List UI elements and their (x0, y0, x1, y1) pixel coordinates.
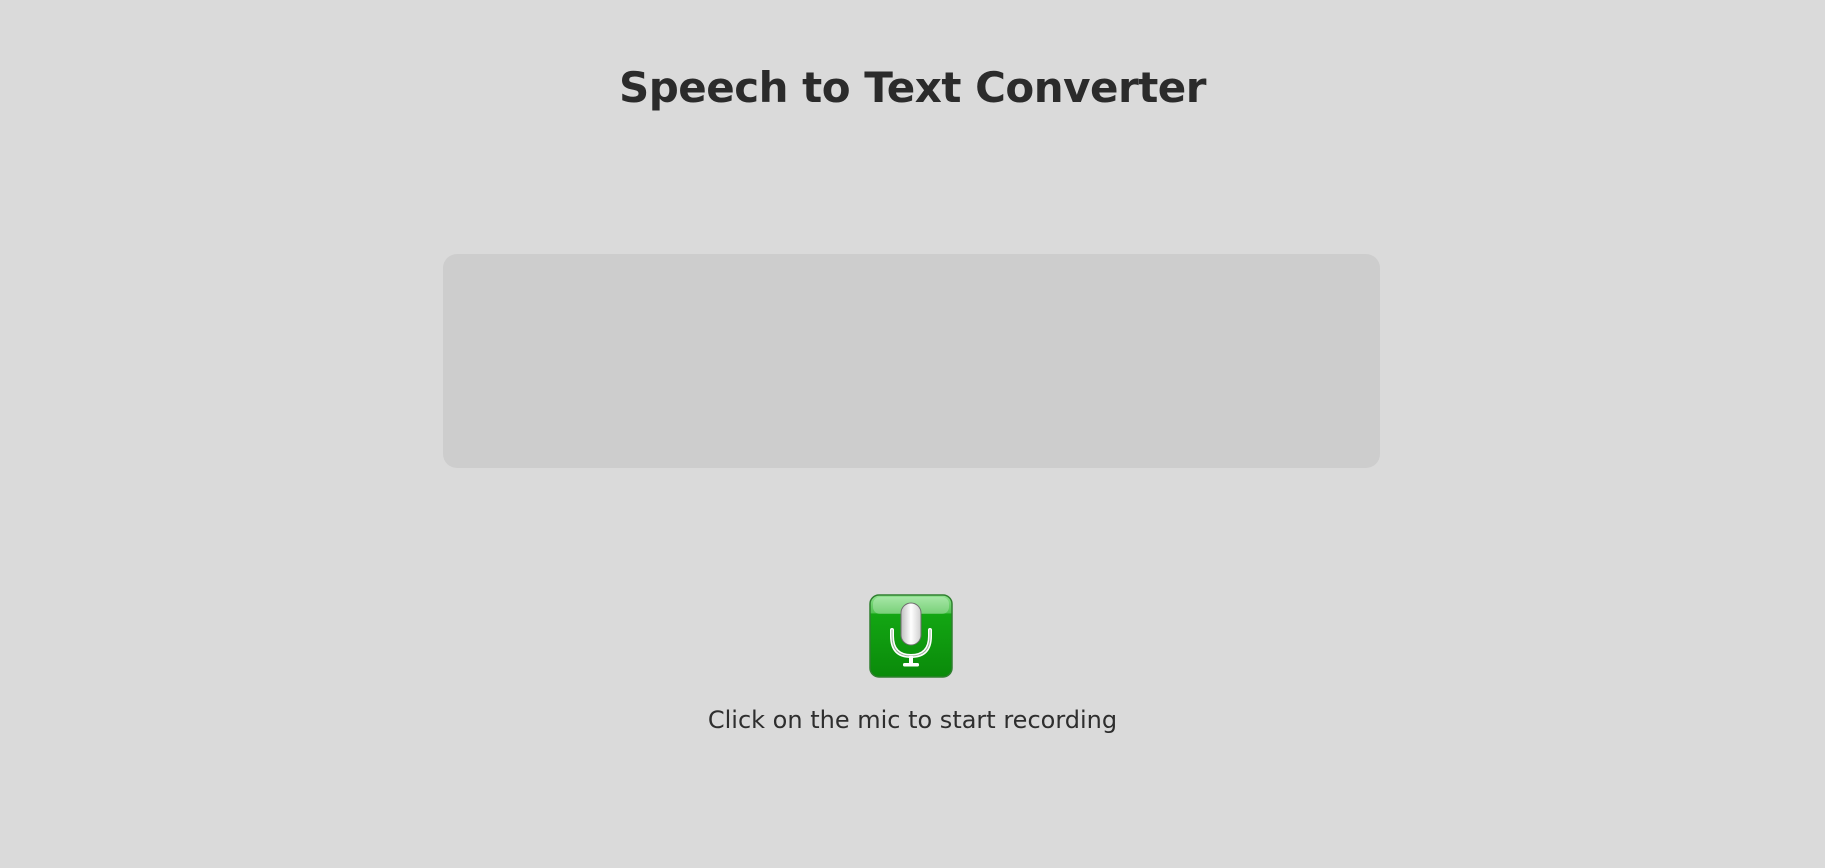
mic-button[interactable] (869, 594, 953, 678)
transcript-output (443, 254, 1380, 468)
page: Speech to Text Converter Click on the mi… (0, 0, 1825, 868)
page-title: Speech to Text Converter (618, 63, 1207, 112)
microphone-icon (869, 594, 953, 678)
instruction-text: Click on the mic to start recording (707, 706, 1118, 734)
